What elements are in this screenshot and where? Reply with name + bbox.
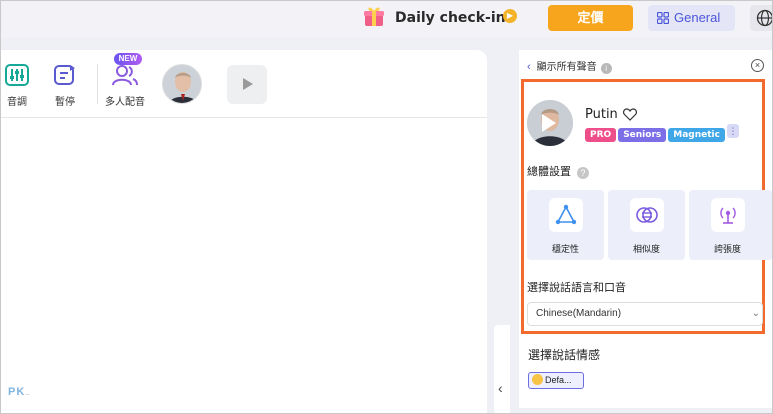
similarity-icon [630, 198, 664, 232]
pitch-label: 音調 [7, 97, 27, 108]
panel-bottom-divider [519, 408, 773, 414]
emotion-chip-default[interactable]: Defa... [528, 372, 584, 389]
pause-label: 暫停 [55, 97, 75, 108]
emotion-title: 選擇說話情感 [528, 348, 601, 362]
chevron-left-icon: ‹ [498, 380, 503, 396]
heart-icon[interactable] [623, 108, 637, 121]
gift-icon[interactable] [364, 5, 384, 27]
stability-icon [549, 198, 583, 232]
stability-card[interactable]: 穩定性 [527, 190, 604, 260]
play-icon [542, 114, 556, 132]
equalizer-icon [5, 64, 29, 86]
play-button[interactable] [227, 65, 267, 104]
language-globe-button[interactable] [750, 5, 773, 31]
pricing-button[interactable]: 定價 [548, 5, 633, 31]
similarity-card[interactable]: 相似度 [608, 190, 685, 260]
general-button[interactable]: General [648, 5, 735, 31]
info-icon[interactable]: i [600, 63, 612, 74]
watermark-text: PK [8, 386, 26, 398]
similarity-label: 相似度 [632, 244, 660, 254]
editor-toolbar: 音調 暫停 NEW 多人配音 [0, 50, 487, 118]
more-tags-button[interactable]: ⋮ [726, 124, 739, 138]
voice-settings-panel: ‹ 顯示所有聲音 i × Putin PRO Seniors Magnetic ⋮ 總體設… [519, 50, 773, 414]
show-all-voices-label: 顯示所有聲音 [536, 62, 597, 73]
exaggeration-icon [711, 198, 745, 232]
chevron-down-icon: ⌄ [751, 308, 760, 319]
language-value: Chinese(Mandarin) [536, 308, 622, 319]
exaggeration-card[interactable]: 誇張度 [689, 190, 773, 260]
watermark: PK... [8, 386, 29, 398]
editor-panel: 音調 暫停 NEW 多人配音 PK... [0, 50, 487, 414]
voice-tags: PRO Seniors Magnetic ⋮ [585, 124, 739, 142]
voice-name: Putin [585, 107, 618, 122]
pause-tool[interactable]: 暫停 [52, 64, 78, 108]
exaggeration-label: 誇張度 [713, 244, 741, 254]
tag-magnetic: Magnetic [668, 128, 725, 142]
collapse-panel-tab[interactable]: ‹ [494, 325, 510, 414]
tag-seniors: Seniors [618, 128, 667, 142]
show-all-voices-link[interactable]: ‹ 顯示所有聲音 i [527, 58, 612, 74]
language-select[interactable]: Chinese(Mandarin) ⌄ [527, 302, 763, 326]
emotion-chip-label: Defa... [545, 375, 572, 385]
watermark-sub: ... [25, 391, 30, 397]
smile-icon [532, 374, 543, 385]
voice-avatar[interactable] [527, 100, 573, 146]
tag-pro: PRO [585, 128, 617, 142]
multi-voice-label: 多人配音 [105, 97, 145, 108]
help-icon[interactable]: ? [577, 167, 589, 179]
coin-icon: ▶ [503, 9, 517, 23]
top-bar: Daily check-in ▶ 定價 General [0, 0, 773, 38]
general-label: General [674, 10, 721, 25]
multi-voice-tool[interactable]: 多人配音 [105, 64, 145, 108]
multi-user-icon [112, 65, 138, 86]
grid-icon [657, 12, 669, 24]
language-title: 選擇說話語言和口音 [527, 282, 626, 294]
toolbar-divider [97, 64, 98, 104]
back-chevron-icon: ‹ [527, 61, 531, 73]
pitch-tool[interactable]: 音調 [4, 64, 30, 108]
voice-avatar-small[interactable] [162, 64, 202, 104]
globe-icon [756, 9, 773, 27]
stability-label: 穩定性 [551, 244, 579, 254]
pause-insert-icon [54, 65, 75, 85]
close-icon[interactable]: × [751, 59, 764, 72]
overall-settings-title: 總體設置? [527, 163, 589, 179]
daily-checkin-label[interactable]: Daily check-in [395, 10, 506, 26]
overall-settings-label: 總體設置 [527, 166, 571, 178]
